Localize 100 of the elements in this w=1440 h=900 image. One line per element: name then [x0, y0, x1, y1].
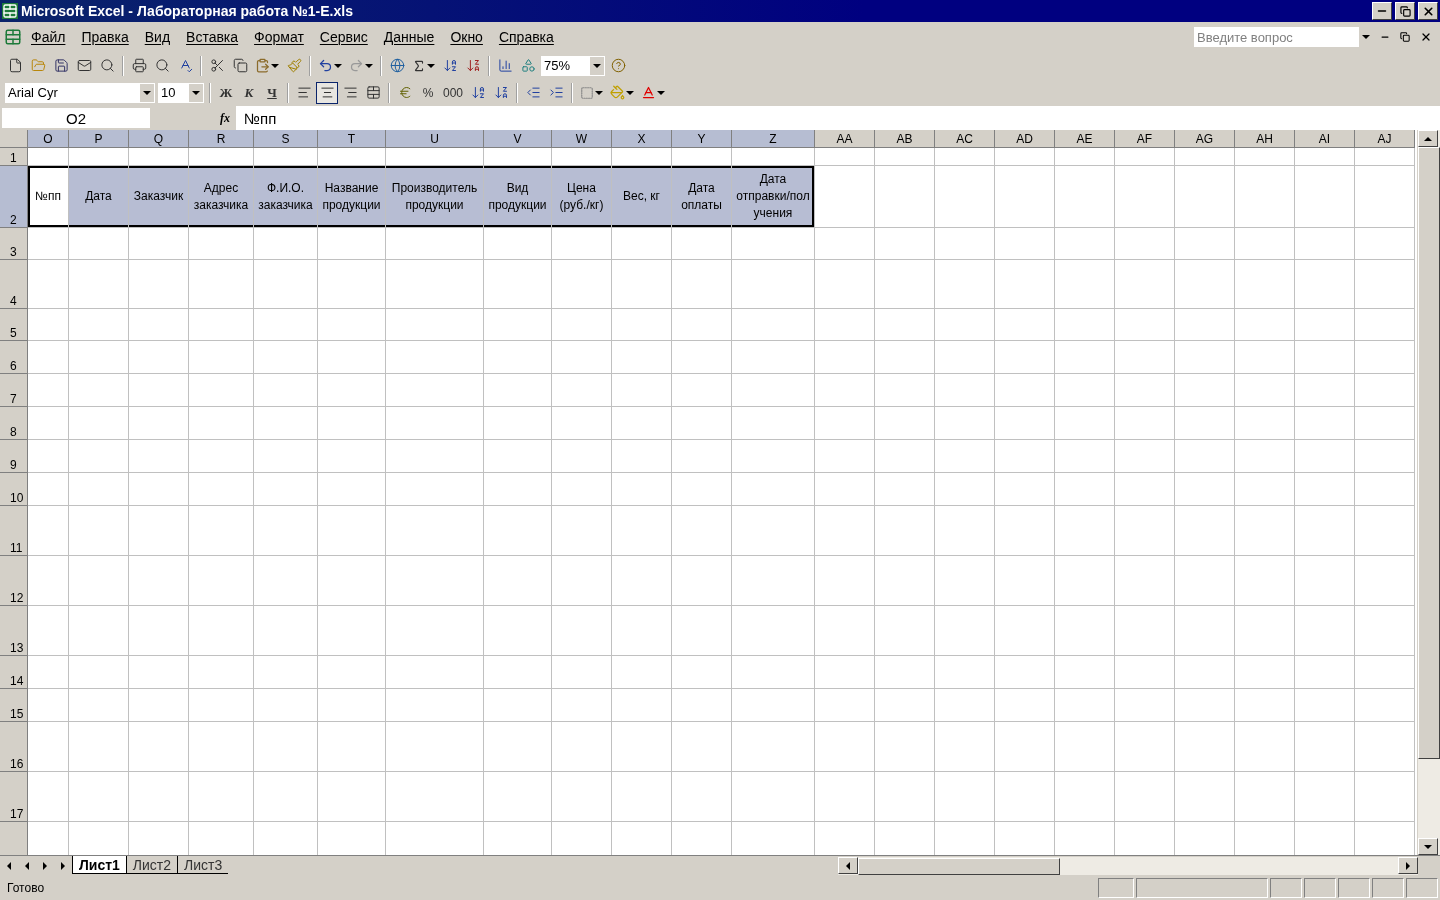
row-header[interactable]: 6 — [0, 341, 28, 374]
column-header[interactable]: T — [318, 130, 386, 148]
menu-item[interactable]: Данные — [376, 27, 442, 47]
row-header[interactable]: 14 — [0, 656, 28, 689]
select-all-button[interactable] — [0, 130, 28, 148]
column-header[interactable]: Q — [129, 130, 189, 148]
paint-bucket-icon — [610, 85, 626, 100]
align-center-button[interactable] — [316, 81, 338, 104]
column-header[interactable]: U — [386, 130, 484, 148]
column-header[interactable]: AI — [1295, 130, 1355, 148]
thousands-button[interactable]: 000 — [440, 81, 467, 104]
folder-icon — [30, 58, 46, 73]
italic-button[interactable]: К — [238, 81, 260, 104]
column-header[interactable]: AE — [1055, 130, 1115, 148]
save-icon — [53, 58, 69, 73]
column-header[interactable]: X — [612, 130, 672, 148]
row-header[interactable]: 17 — [0, 772, 28, 822]
column-header[interactable]: AA — [815, 130, 875, 148]
dropdown-button[interactable] — [140, 83, 154, 102]
horizontal-scrollbar[interactable] — [838, 857, 1418, 875]
close-button[interactable] — [1418, 2, 1438, 20]
caret-icon — [271, 63, 279, 68]
menu-item[interactable]: Сервис — [312, 27, 375, 47]
table-cell: Вес, кг — [612, 166, 672, 228]
help-search-field[interactable]: Введите вопрос — [1194, 27, 1359, 47]
menu-item[interactable]: Правка — [74, 27, 136, 47]
column-header[interactable]: V — [484, 130, 552, 148]
column-header[interactable]: AD — [995, 130, 1055, 148]
scroll-up-button[interactable] — [1418, 130, 1438, 147]
restore-icon — [1399, 5, 1411, 17]
spreadsheet-icon[interactable] — [4, 28, 22, 46]
insert-function-button[interactable]: fx — [220, 110, 230, 126]
restore-icon — [1400, 32, 1410, 42]
column-header[interactable]: AG — [1175, 130, 1235, 148]
scroll-left-button[interactable] — [838, 857, 858, 874]
status-pane — [1098, 878, 1134, 898]
column-header[interactable]: AH — [1235, 130, 1295, 148]
sheet-tab[interactable]: Лист1 — [72, 856, 126, 874]
row-header[interactable]: 12 — [0, 556, 28, 606]
row-header[interactable]: 8 — [0, 407, 28, 440]
formula-field[interactable]: №пп — [236, 106, 1440, 130]
dropdown-button[interactable] — [590, 56, 604, 75]
row-header[interactable]: 15 — [0, 689, 28, 722]
column-header[interactable]: W — [552, 130, 612, 148]
row-header[interactable]: 11 — [0, 506, 28, 556]
sheet-tab[interactable]: Лист3 — [177, 856, 229, 874]
row-header[interactable]: 9 — [0, 440, 28, 473]
row-header[interactable]: 16 — [0, 722, 28, 772]
column-header[interactable]: S — [254, 130, 318, 148]
column-header[interactable]: O — [28, 130, 69, 148]
scroll-thumb[interactable] — [858, 857, 1060, 875]
dropdown-button[interactable] — [189, 83, 203, 102]
row-header[interactable]: 13 — [0, 606, 28, 656]
scroll-thumb[interactable] — [1418, 147, 1440, 759]
row-header[interactable]: 1 — [0, 148, 28, 166]
menu-item[interactable]: Окно — [443, 27, 490, 47]
menu-item[interactable]: Вставка — [179, 27, 246, 47]
underline-button[interactable]: Ч — [261, 81, 283, 104]
sigma-icon — [412, 58, 426, 73]
row-header[interactable]: 10 — [0, 473, 28, 506]
close-icon — [1421, 4, 1435, 18]
column-header[interactable]: AC — [935, 130, 995, 148]
sheet-tab[interactable]: Лист2 — [125, 856, 178, 874]
row-header[interactable]: 5 — [0, 309, 28, 341]
vertical-scrollbar[interactable] — [1417, 130, 1440, 855]
scroll-right-button[interactable] — [1398, 857, 1418, 874]
status-pane — [1372, 878, 1404, 898]
row-header[interactable]: 4 — [0, 260, 28, 309]
zoom-combo[interactable]: 75% — [540, 54, 606, 77]
row-header[interactable]: 3 — [0, 228, 28, 260]
menu-item[interactable]: Справка — [491, 27, 561, 47]
bar-chart-icon — [497, 58, 513, 73]
column-header[interactable]: AB — [875, 130, 935, 148]
minimize-button[interactable] — [1372, 2, 1392, 20]
menu-item[interactable]: Файл — [24, 27, 73, 47]
column-header[interactable]: R — [189, 130, 254, 148]
scissors-icon — [209, 58, 225, 73]
column-header[interactable]: Y — [672, 130, 732, 148]
align-center-icon — [319, 85, 335, 100]
percent-button[interactable]: % — [417, 81, 439, 104]
bold-button[interactable]: Ж — [215, 81, 237, 104]
column-header[interactable]: AF — [1115, 130, 1175, 148]
indent-increase-icon — [548, 85, 564, 100]
merge-cells-icon — [365, 85, 381, 100]
font-combo[interactable]: Arial Cyr — [4, 81, 156, 104]
column-header[interactable]: P — [69, 130, 129, 148]
menu-item[interactable]: Формат — [247, 27, 311, 47]
name-box[interactable]: O2 — [2, 108, 150, 128]
row-header[interactable]: 7 — [0, 374, 28, 407]
undo-icon — [318, 58, 333, 73]
row-header[interactable]: 2 — [0, 166, 28, 228]
font-size-combo[interactable]: 10 — [157, 81, 205, 104]
column-header[interactable]: Z — [732, 130, 815, 148]
column-header[interactable]: AJ — [1355, 130, 1415, 148]
close-icon — [1420, 31, 1432, 43]
menu-item[interactable]: Вид — [137, 27, 178, 47]
caret-icon — [143, 90, 151, 95]
scroll-down-button[interactable] — [1418, 838, 1438, 855]
restore-button[interactable] — [1395, 2, 1415, 20]
table-cell: Название продукции — [318, 166, 386, 228]
